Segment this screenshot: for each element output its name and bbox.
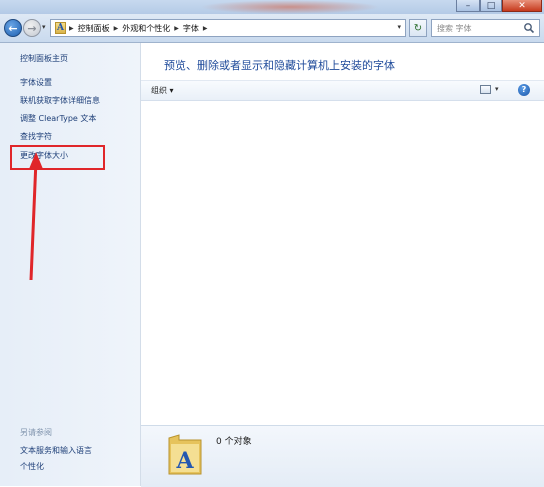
address-dropdown-chevron-icon[interactable]: ▾	[397, 23, 401, 31]
search-input[interactable]: 搜索 字体	[431, 19, 540, 37]
breadcrumb-appearance[interactable]: 外观和个性化	[122, 23, 170, 34]
adjust-cleartype-link[interactable]: 调整 ClearType 文本	[20, 113, 96, 124]
font-settings-link[interactable]: 字体设置	[20, 77, 52, 88]
main-content: 预览、删除或者显示和隐藏计算机上安装的字体 组织 ▾ ▾ ? A 0 个对象	[141, 43, 544, 487]
breadcrumb: ▶ 控制面板 ▶ 外观和个性化 ▶ 字体 ▶	[69, 23, 208, 34]
left-panel: 控制面板主页 字体设置 联机获取字体详细信息 调整 ClearType 文本 查…	[0, 43, 141, 486]
refresh-button[interactable]: ↻	[409, 19, 427, 37]
text-services-link[interactable]: 文本服务和输入语言	[20, 445, 92, 456]
breadcrumb-separator-icon[interactable]: ▶	[114, 25, 119, 32]
control-panel-home-link[interactable]: 控制面板主页	[20, 53, 68, 64]
search-placeholder: 搜索 字体	[437, 24, 472, 33]
page-title: 预览、删除或者显示和隐藏计算机上安装的字体	[164, 59, 395, 72]
forward-arrow-icon: →	[27, 21, 37, 35]
object-count: 0 个对象	[216, 437, 252, 447]
help-icon[interactable]: ?	[518, 84, 530, 96]
title-bar: – □ ✕	[0, 0, 544, 14]
maximize-button[interactable]: □	[480, 0, 502, 12]
organize-label: 组织	[151, 86, 167, 95]
breadcrumb-separator-icon[interactable]: ▶	[174, 25, 179, 32]
navigation-bar: ← → ▾ A ▶ 控制面板 ▶ 外观和个性化 ▶ 字体 ▶ ▾ ↻ 搜索 字体	[0, 14, 544, 43]
chevron-down-icon: ▾	[169, 86, 174, 95]
view-options-chevron-icon[interactable]: ▾	[495, 85, 499, 93]
personalization-link[interactable]: 个性化	[20, 461, 44, 472]
fonts-folder-icon: A	[168, 434, 202, 475]
breadcrumb-fonts[interactable]: 字体	[183, 23, 199, 34]
details-pane: A 0 个对象	[141, 425, 544, 487]
breadcrumb-separator-icon[interactable]: ▶	[69, 25, 74, 32]
find-character-link[interactable]: 查找字符	[20, 131, 52, 142]
back-arrow-icon: ←	[8, 21, 18, 35]
get-font-info-online-link[interactable]: 联机获取字体详细信息	[20, 95, 100, 106]
close-button[interactable]: ✕	[502, 0, 542, 12]
recent-pages-chevron-icon[interactable]: ▾	[42, 23, 46, 31]
back-button[interactable]: ←	[4, 19, 22, 37]
address-bar[interactable]: A ▶ 控制面板 ▶ 外观和个性化 ▶ 字体 ▶ ▾	[50, 19, 406, 37]
search-icon[interactable]	[523, 22, 535, 34]
change-view-icon[interactable]	[480, 85, 491, 94]
breadcrumb-control-panel[interactable]: 控制面板	[78, 23, 110, 34]
fonts-folder-icon: A	[55, 22, 66, 34]
annotation-highlight-box	[10, 145, 105, 170]
svg-text:A: A	[175, 448, 194, 474]
minimize-button[interactable]: –	[456, 0, 480, 12]
breadcrumb-separator-icon[interactable]: ▶	[203, 25, 208, 32]
refresh-icon: ↻	[413, 22, 423, 34]
see-also-heading: 另请参阅	[20, 428, 52, 437]
command-toolbar: 组织 ▾ ▾ ?	[141, 80, 544, 101]
forward-button[interactable]: →	[23, 19, 41, 37]
organize-menu-button[interactable]: 组织 ▾	[151, 85, 174, 96]
